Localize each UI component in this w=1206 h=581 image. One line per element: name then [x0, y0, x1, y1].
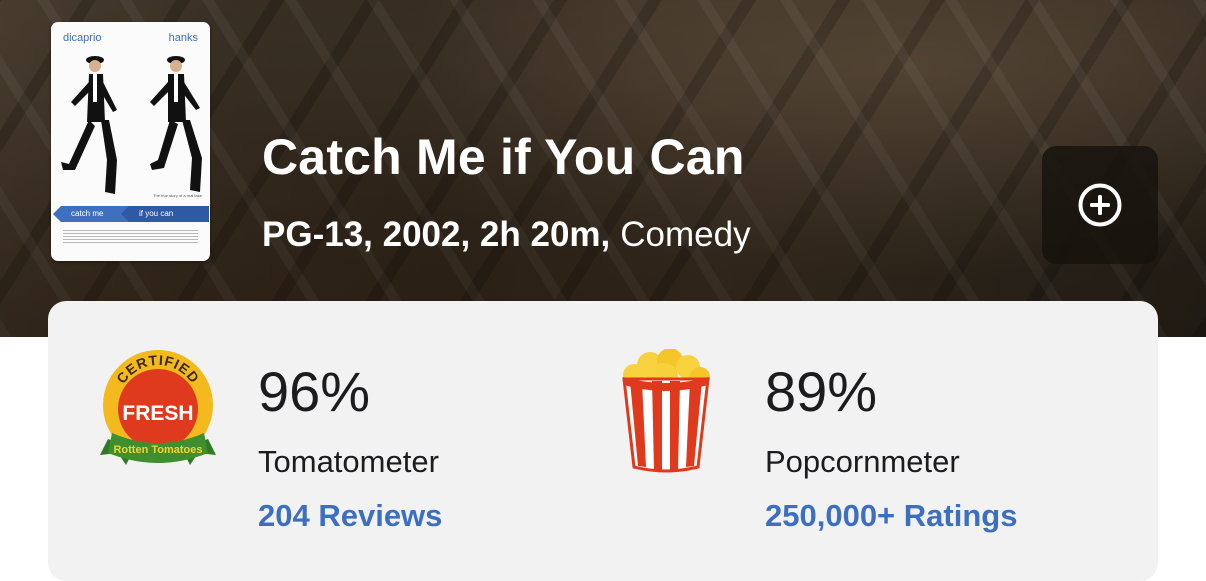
movie-genre: Comedy: [620, 215, 751, 254]
movie-title: Catch Me if You Can: [262, 129, 745, 185]
poster-tagline: The true story of a real fake: [153, 193, 202, 198]
add-to-watchlist-button[interactable]: [1042, 146, 1158, 264]
tomatometer-label: Tomatometer: [258, 444, 439, 479]
tomatometer-score: 96%: [258, 360, 371, 423]
popcornmeter-score: 89%: [765, 360, 878, 423]
movie-rating-year-runtime: PG-13, 2002, 2h 20m,: [262, 215, 611, 254]
poster-actor-left: dicaprio: [63, 32, 102, 44]
tomatometer-reviews-link[interactable]: 204 Reviews: [258, 498, 442, 534]
badge-fresh-text: FRESH: [122, 402, 193, 425]
movie-poster[interactable]: dicaprio hanks The true story of a real …: [51, 22, 210, 261]
certified-fresh-icon: CERTIFIED FRESH Rotten Tomatoes: [100, 350, 216, 465]
popcornmeter-label: Popcornmeter: [765, 444, 960, 479]
plus-circle-icon: [1078, 183, 1122, 227]
poster-arrow-left: catch me: [53, 206, 129, 222]
movie-meta: PG-13, 2002, 2h 20m, Comedy: [262, 215, 751, 255]
poster-runner-right-image: [150, 56, 202, 192]
popcorn-bucket-icon: [622, 349, 710, 473]
poster-arrow-right: if you can: [121, 206, 209, 222]
poster-actor-right: hanks: [168, 32, 198, 44]
popcornmeter-ratings-link[interactable]: 250,000+ Ratings: [765, 498, 1017, 534]
poster-runner-left-image: [61, 56, 117, 194]
poster-credits: [63, 230, 198, 244]
badge-rotten-tomatoes-text: Rotten Tomatoes: [113, 444, 202, 456]
scores-card: CERTIFIED FRESH Rotten Tomatoes 96% Toma…: [48, 301, 1158, 581]
